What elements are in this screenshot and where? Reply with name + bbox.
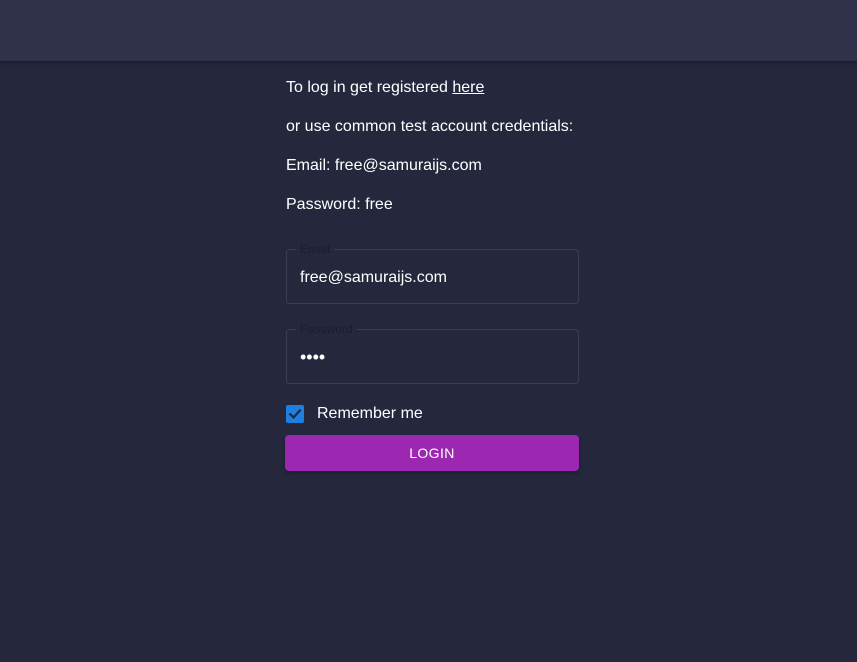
checkmark-icon [288,409,302,419]
test-email-text: Email: free@samuraijs.com [286,157,482,174]
password-field-label: Password [296,322,357,336]
email-field[interactable]: Email free@samuraijs.com [286,242,579,304]
register-hint: To log in get registered here [286,78,579,98]
remember-me-checkbox[interactable] [286,405,304,423]
email-field-label: Email [296,242,335,256]
login-button[interactable]: LOGIN [285,435,579,471]
login-panel: To log in get registered here or use com… [285,78,579,471]
register-hint-text: To log in get registered [286,79,453,96]
common-credentials-text: or use common test account credentials: [286,118,574,135]
password-input[interactable]: •••• [300,347,325,367]
remember-me-row[interactable]: Remember me [286,403,423,425]
app-header-bar [0,0,857,61]
email-input[interactable]: free@samuraijs.com [300,268,447,288]
test-password-text: Password: free [286,196,393,213]
remember-me-label[interactable]: Remember me [317,404,423,424]
password-field[interactable]: Password •••• [286,322,579,384]
register-link[interactable]: here [452,79,484,96]
